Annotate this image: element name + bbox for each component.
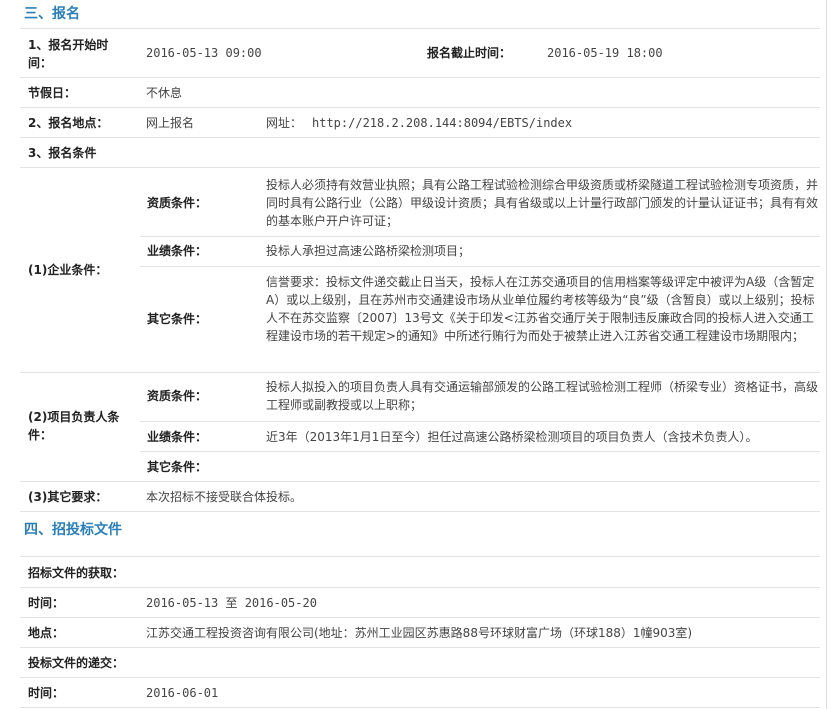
other-requirements-value: 本次招标不接受联合体投标。 <box>146 490 303 504</box>
manager-conditions-label-cont: 件： <box>28 428 53 442</box>
row-divider <box>20 707 820 708</box>
row-divider <box>20 617 820 618</box>
row-divider <box>140 421 820 422</box>
registration-location-label: 2、报名地点： <box>28 116 109 130</box>
document-obtain-label: 招标文件的获取： <box>28 566 125 580</box>
manager-qualification-text: 投标人拟投入的项目负责人具有交通运输部颁发的公路工程试验检测工程师（桥梁专业）资… <box>266 380 819 412</box>
row-divider <box>20 677 820 678</box>
row-divider <box>20 556 820 557</box>
obtain-place-label: 地点： <box>28 626 65 640</box>
row-divider <box>140 236 820 237</box>
row-divider <box>140 451 820 452</box>
submit-time-label: 时间： <box>28 686 65 700</box>
enterprise-other-label: 其它条件： <box>147 312 208 326</box>
registration-location-value: 网上报名 <box>146 116 195 130</box>
row-divider <box>20 167 820 168</box>
row-divider <box>140 266 820 267</box>
manager-performance-label: 业绩条件： <box>147 430 208 444</box>
row-divider <box>20 77 820 78</box>
row-divider <box>20 28 820 29</box>
manager-qualification-label: 资质条件： <box>147 389 208 403</box>
enterprise-performance-text: 投标人承担过高速公路桥梁检测项目； <box>266 244 471 258</box>
row-divider <box>20 137 820 138</box>
enterprise-conditions-label: (1)企业条件： <box>28 263 108 277</box>
manager-performance-text: 近3年（2013年1月1日至今）担任过高速公路桥梁检测项目的项目负责人（含技术负… <box>266 430 758 444</box>
enterprise-qualification-text: 投标人必须持有效营业执照；具有公路工程试验检测综合甲级资质或桥梁隧道工程试验检测… <box>266 178 819 228</box>
section-title-registration: 三、报名 <box>24 6 80 22</box>
row-divider <box>20 481 820 482</box>
manager-conditions-label: (2)项目负责人条 <box>28 410 120 424</box>
registration-start-label-cont: 间： <box>28 56 53 70</box>
row-divider <box>20 647 820 648</box>
row-divider <box>20 107 820 108</box>
enterprise-other-text: 信誉要求：投标文件递交截止日当天，投标人在江苏交通项目的信用档案等级评定中被评为… <box>266 275 815 343</box>
registration-start-label: 1、报名开始时 <box>28 38 109 52</box>
section-title-tender-documents: 四、招投标文件 <box>24 522 122 538</box>
manager-other-label: 其它条件： <box>147 460 208 474</box>
holiday-label: 节假日： <box>28 86 77 100</box>
tender-notice-page: 三、报名 1、报名开始时 间： 2016-05-13 09:00 报名截止时间：… <box>0 0 838 709</box>
registration-start-time: 2016-05-13 09:00 <box>146 46 262 60</box>
enterprise-qualification-label: 资质条件： <box>147 196 208 210</box>
document-submit-label: 投标文件的递交： <box>28 656 125 670</box>
submit-time-value: 2016-06-01 <box>146 686 219 700</box>
right-border-line <box>826 0 827 709</box>
obtain-time-value: 2016-05-13 至 2016-05-20 <box>146 596 317 610</box>
holiday-value: 不休息 <box>146 86 183 100</box>
registration-conditions-label: 3、报名条件 <box>28 146 97 160</box>
obtain-place-value: 江苏交通工程投资咨询有限公司(地址：苏州工业园区苏惠路88号环球财富广场（环球1… <box>146 626 693 640</box>
registration-end-time: 2016-05-19 18:00 <box>547 46 663 60</box>
website-label: 网址： <box>266 116 303 130</box>
row-divider <box>20 511 820 512</box>
row-divider <box>20 372 820 373</box>
website-url-link[interactable]: http://218.2.208.144:8094/EBTS/index <box>312 115 572 131</box>
row-divider <box>20 587 820 588</box>
other-requirements-label: (3)其它要求： <box>28 490 108 504</box>
registration-end-label: 报名截止时间： <box>427 46 512 60</box>
obtain-time-label: 时间： <box>28 596 65 610</box>
enterprise-performance-label: 业绩条件： <box>147 244 208 258</box>
